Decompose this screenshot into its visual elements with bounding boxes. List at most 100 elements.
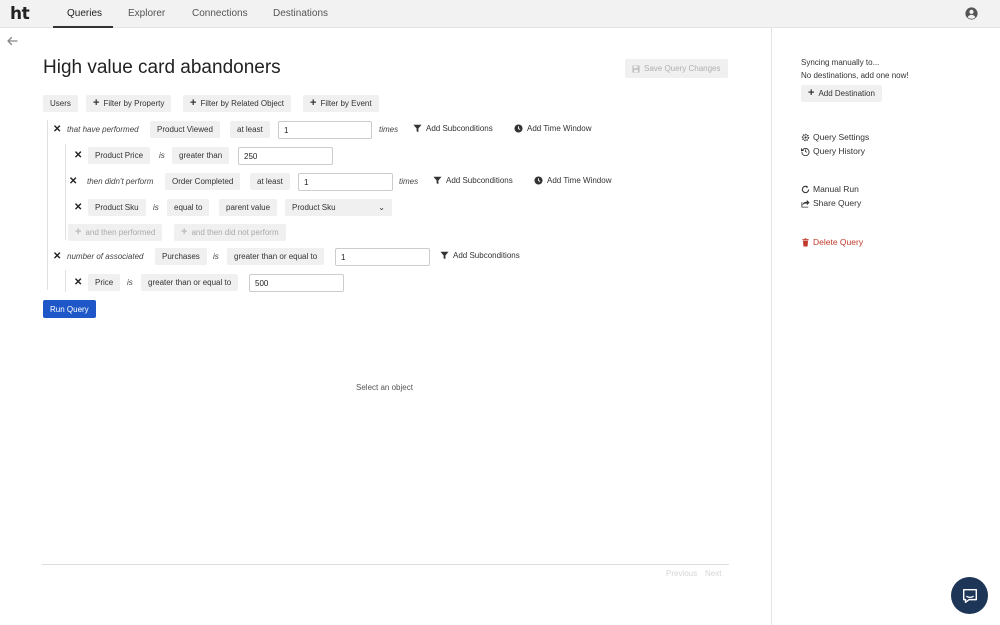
event-selector[interactable]: Product Viewed xyxy=(150,121,220,138)
delete-query-label: Delete Query xyxy=(813,237,864,247)
add-subconditions-button[interactable]: Add Subconditions xyxy=(433,176,513,185)
share-query-link[interactable]: Share Query xyxy=(801,198,861,208)
property-selector-label: Product Sku xyxy=(95,203,139,212)
is-label: is xyxy=(153,203,159,212)
tab-destinations[interactable]: Destinations xyxy=(273,8,328,19)
remove-subcondition-icon[interactable]: ✕ xyxy=(74,278,82,288)
filter-by-event-label: Filter by Event xyxy=(320,99,372,108)
times-label: times xyxy=(379,125,399,134)
and-then-performed-button[interactable]: + and then performed xyxy=(68,224,163,241)
chevron-down-icon: ⌄ xyxy=(378,203,385,212)
add-time-window-button[interactable]: Add Time Window xyxy=(534,176,611,185)
add-time-window-button[interactable]: Add Time Window xyxy=(514,124,591,133)
support-chat-button[interactable] xyxy=(951,577,988,614)
query-sidebar: Syncing manually to... No destinations, … xyxy=(771,28,1000,625)
app-logo[interactable]: ht xyxy=(10,4,30,24)
filter-by-event-button[interactable]: + Filter by Event xyxy=(303,95,379,112)
save-query-button[interactable]: Save Query Changes xyxy=(625,59,728,78)
page-title: High value card abandoners xyxy=(43,57,281,78)
plus-icon: + xyxy=(93,97,100,109)
remove-condition-icon[interactable]: ✕ xyxy=(53,125,61,135)
frequency-value-input[interactable]: 1 xyxy=(278,121,372,139)
object-selector[interactable]: Users xyxy=(43,95,78,112)
event-selector-label: Order Completed xyxy=(172,177,234,186)
previous-page-button[interactable]: Previous xyxy=(666,569,697,578)
remove-subcondition-icon[interactable]: ✕ xyxy=(74,151,82,161)
comparison-operator-label: greater than or equal to xyxy=(148,278,232,287)
run-query-button[interactable]: Run Query xyxy=(43,300,96,318)
comparison-operator-selector[interactable]: greater than xyxy=(172,147,230,164)
subcondition-tree-line xyxy=(65,270,66,292)
gear-icon xyxy=(801,133,810,141)
is-label: is xyxy=(127,278,133,287)
add-subconditions-label: Add Subconditions xyxy=(426,124,493,133)
remove-condition-icon[interactable]: ✕ xyxy=(69,177,77,187)
delete-query-link[interactable]: Delete Query xyxy=(801,237,863,247)
share-icon xyxy=(801,199,810,208)
tab-explorer[interactable]: Explorer xyxy=(128,8,165,19)
value-mode-label: parent value xyxy=(226,203,271,212)
frequency-operator-label: at least xyxy=(237,125,263,134)
property-value-input[interactable]: 250 xyxy=(238,147,333,165)
add-subconditions-label: Add Subconditions xyxy=(453,251,520,260)
value-mode-selector[interactable]: parent value xyxy=(219,199,278,216)
property-value-input[interactable]: 500 xyxy=(249,274,344,292)
filter-icon xyxy=(413,124,422,133)
property-selector[interactable]: Price xyxy=(88,274,121,291)
manual-run-link[interactable]: Manual Run xyxy=(801,184,859,194)
event-selector[interactable]: Order Completed xyxy=(165,173,241,190)
manual-run-label: Manual Run xyxy=(813,184,859,194)
comparison-operator-selector[interactable]: greater than or equal to xyxy=(141,274,239,291)
query-history-link[interactable]: Query History xyxy=(801,146,865,156)
floppy-disk-icon xyxy=(632,64,640,73)
filter-by-related-object-button[interactable]: + Filter by Related Object xyxy=(183,95,292,112)
frequency-operator-selector[interactable]: at least xyxy=(230,121,270,138)
condition-prefix: that have performed xyxy=(67,125,139,134)
sync-status-text: Syncing manually to... xyxy=(801,58,880,67)
property-selector[interactable]: Product Price xyxy=(88,147,151,164)
frequency-operator-selector[interactable]: at least xyxy=(250,173,290,190)
and-then-did-not-perform-button[interactable]: + and then did not perform xyxy=(174,224,286,241)
next-page-button[interactable]: Next xyxy=(705,569,721,578)
remove-subcondition-icon[interactable]: ✕ xyxy=(74,203,82,213)
property-selector-label: Price xyxy=(95,278,114,287)
query-settings-link[interactable]: Query Settings xyxy=(801,132,869,142)
and-then-performed-label: and then performed xyxy=(85,228,156,237)
count-value-input[interactable]: 1 xyxy=(335,248,430,266)
add-subconditions-button[interactable]: Add Subconditions xyxy=(440,251,520,260)
frequency-value-input[interactable]: 1 xyxy=(298,173,393,191)
top-nav: ht Queries Explorer Connections Destinat… xyxy=(0,0,1000,28)
tab-queries[interactable]: Queries xyxy=(67,8,102,19)
condition-prefix: then didn't perform xyxy=(87,177,154,186)
results-divider xyxy=(42,564,729,565)
add-destination-button[interactable]: + Add Destination xyxy=(801,85,882,102)
add-time-window-label: Add Time Window xyxy=(547,176,612,185)
parent-property-dropdown[interactable]: Product Sku ⌄ xyxy=(285,199,392,216)
property-selector[interactable]: Product Sku xyxy=(88,199,146,216)
count-operator-label: greater than or equal to xyxy=(234,252,318,261)
related-object-selector[interactable]: Purchases xyxy=(155,248,207,265)
property-selector-label: Product Price xyxy=(95,151,144,160)
and-then-did-not-perform-label: and then did not perform xyxy=(191,228,279,237)
user-account-icon[interactable] xyxy=(965,7,978,20)
clock-icon xyxy=(534,176,543,185)
query-settings-label: Query Settings xyxy=(813,132,870,142)
add-subconditions-button[interactable]: Add Subconditions xyxy=(413,124,493,133)
related-object-label: Purchases xyxy=(162,252,200,261)
empty-results-message: Select an object xyxy=(356,383,413,392)
is-label: is xyxy=(213,252,219,261)
no-destinations-text: No destinations, add one now! xyxy=(801,71,909,80)
tab-connections[interactable]: Connections xyxy=(192,8,248,19)
filter-by-property-button[interactable]: + Filter by Property xyxy=(86,95,172,112)
plus-icon: + xyxy=(310,97,317,109)
back-arrow-icon[interactable] xyxy=(6,35,18,47)
count-operator-selector[interactable]: greater than or equal to xyxy=(227,248,325,265)
frequency-operator-label: at least xyxy=(257,177,283,186)
comparison-operator-selector[interactable]: equal to xyxy=(167,199,210,216)
remove-condition-icon[interactable]: ✕ xyxy=(53,252,61,262)
condition-prefix: number of associated xyxy=(67,252,144,261)
object-selector-label: Users xyxy=(50,99,71,108)
query-history-label: Query History xyxy=(813,146,865,156)
subcondition-tree-line xyxy=(65,144,66,240)
parent-property-label: Product Sku xyxy=(292,203,336,212)
